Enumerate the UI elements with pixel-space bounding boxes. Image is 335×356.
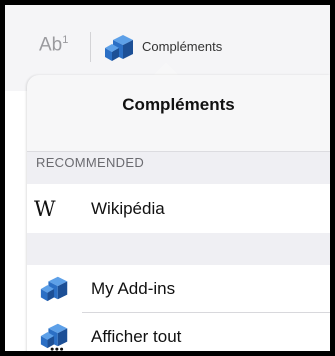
addins-cube-icon	[40, 276, 68, 302]
wikipedia-w-icon: W	[34, 197, 56, 221]
addins-more-icon	[40, 323, 68, 351]
section-gap	[27, 233, 330, 265]
list-item-label: Afficher tout	[91, 327, 182, 346]
text-style-button[interactable]: Ab1	[39, 34, 68, 56]
list-item-label: My Add-ins	[91, 279, 176, 298]
addins-popover: Compléments W Wikipédia My Add-ins Affic…	[27, 75, 330, 351]
app-frame: Ab1 Compléments Compléments W Wikipédia	[5, 5, 330, 351]
list-item-wikipedia[interactable]: W Wikipédia	[27, 184, 330, 233]
toolbar-divider	[90, 32, 91, 62]
popover-title: Compléments	[122, 95, 235, 114]
addins-list: My Add-ins Afficher tout	[27, 265, 330, 351]
list-item-label: Wikipédia	[91, 199, 165, 218]
document-background	[5, 91, 27, 351]
divider	[27, 151, 330, 152]
list-item-my-addins[interactable]: My Add-ins	[27, 265, 330, 312]
addins-button-label[interactable]: Compléments	[142, 39, 222, 54]
list-item-show-all[interactable]: Afficher tout	[27, 313, 330, 351]
addins-cube-icon[interactable]	[103, 30, 137, 64]
section-header-recommended: RECOMMENDED	[36, 155, 145, 170]
